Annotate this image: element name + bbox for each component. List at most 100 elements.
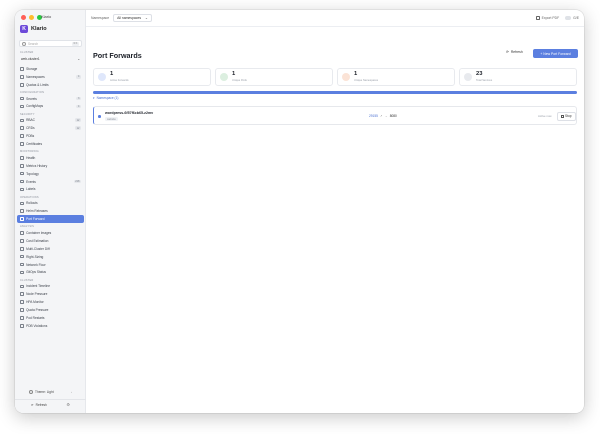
- sidebar-item-right-sizing[interactable]: Right-Sizing: [17, 253, 84, 261]
- stat-icon: [220, 73, 228, 81]
- minimize-window-button[interactable]: [29, 15, 34, 20]
- sidebar-item-label: PDBs: [26, 134, 35, 139]
- sidebar-item-label: Cost Estimation: [26, 238, 49, 243]
- sidebar-item-crds[interactable]: CRDs 12: [17, 124, 84, 132]
- footer-refresh-button[interactable]: Refresh: [36, 403, 47, 407]
- search-input[interactable]: Search ⌘K: [19, 40, 82, 47]
- stats-row: 1 Active Forwards 1 Unique Pods 1 Unique Name…: [93, 68, 577, 86]
- right-sizing-icon: [20, 254, 24, 259]
- sidebar-item-label: Rollouts: [26, 201, 38, 206]
- sidebar-item-secrets[interactable]: Secrets 3: [17, 95, 84, 103]
- sidebar-item-label: Namespaces: [26, 74, 45, 79]
- pdb-violation-icon: [20, 323, 24, 328]
- external-link-icon: ↗: [379, 114, 383, 118]
- sidebar-item-label: Certificates: [26, 142, 43, 147]
- sidebar-item-label: CRDs: [26, 126, 35, 131]
- configmap-icon: [20, 104, 24, 109]
- sidebar-item-metrics-history[interactable]: Metrics History: [17, 162, 84, 170]
- sidebar-item-rbac[interactable]: RBAC 12: [17, 116, 84, 124]
- namespace-select[interactable]: All namespaces ⌄: [113, 14, 152, 22]
- labels-icon: [20, 187, 24, 192]
- count-badge: 4: [76, 104, 81, 109]
- export-pdf-button[interactable]: Export PDF: [535, 16, 559, 20]
- sidebar-item-quotas-limits[interactable]: Quotas & Limits: [17, 81, 84, 89]
- sidebar-item-pod-restarts[interactable]: Pod Restarts: [17, 314, 84, 322]
- search-placeholder: Search: [28, 41, 39, 46]
- local-port-link[interactable]: 29155: [369, 114, 378, 118]
- count-badge: 3: [76, 96, 81, 101]
- namespace-value: All namespaces: [117, 16, 142, 20]
- sidebar-item-label: Secrets: [26, 96, 37, 101]
- cluster-select[interactable]: web-cluster1 ⌄: [19, 56, 82, 62]
- refresh-icon: ⟳: [506, 50, 509, 54]
- sidebar-item-label: Health: [26, 155, 36, 160]
- stop-forward-button[interactable]: Stop: [557, 112, 576, 121]
- window-controls: [21, 15, 42, 20]
- stat-icon: [464, 73, 472, 81]
- new-port-forward-button[interactable]: + New Port Forward: [533, 49, 578, 58]
- sidebar-item-pdbs[interactable]: PDBs: [17, 132, 84, 140]
- sidebar-item-rollouts[interactable]: Rollouts: [17, 199, 84, 207]
- close-window-button[interactable]: [21, 15, 26, 20]
- port-forward-icon: [20, 217, 24, 221]
- sidebar-item-cost-estimation[interactable]: Cost Estimation: [17, 237, 84, 245]
- cluster-value: web-cluster1: [21, 57, 40, 61]
- sidebar-nav: Storage Namespaces 4 Quotas & Limits Configu…: [17, 65, 84, 330]
- context-toggle[interactable]: G/E: [565, 16, 579, 20]
- sidebar-item-label: Labels: [26, 187, 36, 192]
- sidebar-item-namespaces[interactable]: Namespaces 4: [17, 73, 84, 81]
- sidebar-item-label: Events: [26, 179, 36, 184]
- top-bar-actions: Export PDF G/E: [535, 16, 579, 20]
- sidebar-item-labels[interactable]: Labels: [17, 186, 84, 194]
- forward-pod-name: wordpress-6f57f6cb65-z2mv: [105, 111, 154, 115]
- sidebar-item-configmaps[interactable]: ConfigMaps 4: [17, 103, 84, 111]
- forward-ports: 29155 ↗ → 8080: [369, 114, 397, 118]
- stat-card: 1 Active Forwards: [93, 68, 211, 86]
- search-shortcut: ⌘K: [71, 41, 79, 46]
- sidebar-item-label: Quota Pressure: [26, 308, 49, 312]
- sidebar-item-incident-timeline[interactable]: Incident Timeline: [17, 282, 84, 290]
- sidebar-item-storage[interactable]: Storage: [17, 65, 84, 73]
- gear-icon[interactable]: ⚙: [66, 402, 70, 407]
- sidebar-section-header: Configuration: [20, 90, 45, 94]
- sidebar-item-node-pressure[interactable]: Node Pressure: [17, 290, 84, 298]
- metrics-icon: [20, 164, 24, 168]
- hpa-icon: [20, 300, 24, 304]
- theme-label: Theme: Light: [35, 390, 54, 394]
- sidebar-item-topology[interactable]: Topology: [17, 170, 84, 178]
- sidebar-item-label: Storage: [26, 66, 38, 71]
- app-window: Klario K Klario Search ⌘K CLUSTER web-cl…: [15, 10, 584, 413]
- rbac-icon: [20, 118, 24, 123]
- sidebar-item-container-images[interactable]: Container Images: [17, 229, 84, 237]
- progress-bar: [93, 91, 577, 94]
- chevron-down-icon: ⌄: [145, 16, 148, 20]
- count-badge: 12: [75, 118, 81, 123]
- sidebar-item-label: GitOps Status: [26, 270, 46, 275]
- sidebar-item-label: Port Forward: [26, 217, 45, 222]
- port-forward-row[interactable]: wordpress-6f57f6cb65-z2mv website 29155 …: [93, 106, 577, 125]
- sidebar-item-events[interactable]: Events 218: [17, 178, 84, 186]
- stop-icon: [561, 115, 564, 118]
- gitops-icon: [20, 270, 24, 275]
- sidebar-item-certificates[interactable]: Certificates: [17, 140, 84, 148]
- namespace-group-header[interactable]: ▾ Namespace (1): [93, 96, 118, 100]
- namespace-label: Namespace: [91, 16, 110, 20]
- sidebar-item-gitops-status[interactable]: GitOps Status: [17, 269, 84, 277]
- sidebar-item-quota-pressure[interactable]: Quota Pressure: [17, 306, 84, 314]
- sidebar-item-health[interactable]: Health: [17, 154, 84, 162]
- window-title: Klario: [41, 14, 52, 19]
- namespace-group-label: Namespace (1): [96, 96, 119, 100]
- stat-text: 1 Active Forwards: [110, 71, 129, 82]
- sidebar-item-hpa-monitor[interactable]: HPA Monitor: [17, 298, 84, 306]
- topology-icon: [20, 171, 24, 176]
- export-icon: [535, 16, 540, 20]
- sidebar-item-network-flow[interactable]: Network Flow: [17, 261, 84, 269]
- count-badge: 218: [73, 179, 81, 184]
- refresh-button[interactable]: ⟳ Refresh: [506, 50, 523, 54]
- sidebar-item-port-forward[interactable]: Port Forward: [17, 215, 84, 224]
- sidebar-item-helm-releases[interactable]: Helm Releases: [17, 207, 84, 215]
- theme-toggle[interactable]: Theme: Light ›: [19, 389, 82, 395]
- stat-card: 1 Unique Namespaces: [337, 68, 455, 86]
- sidebar-item-pdb-violations[interactable]: PDB Violations: [17, 322, 84, 330]
- sidebar-item-multi-cluster-diff[interactable]: Multi-Cluster Diff: [17, 245, 84, 253]
